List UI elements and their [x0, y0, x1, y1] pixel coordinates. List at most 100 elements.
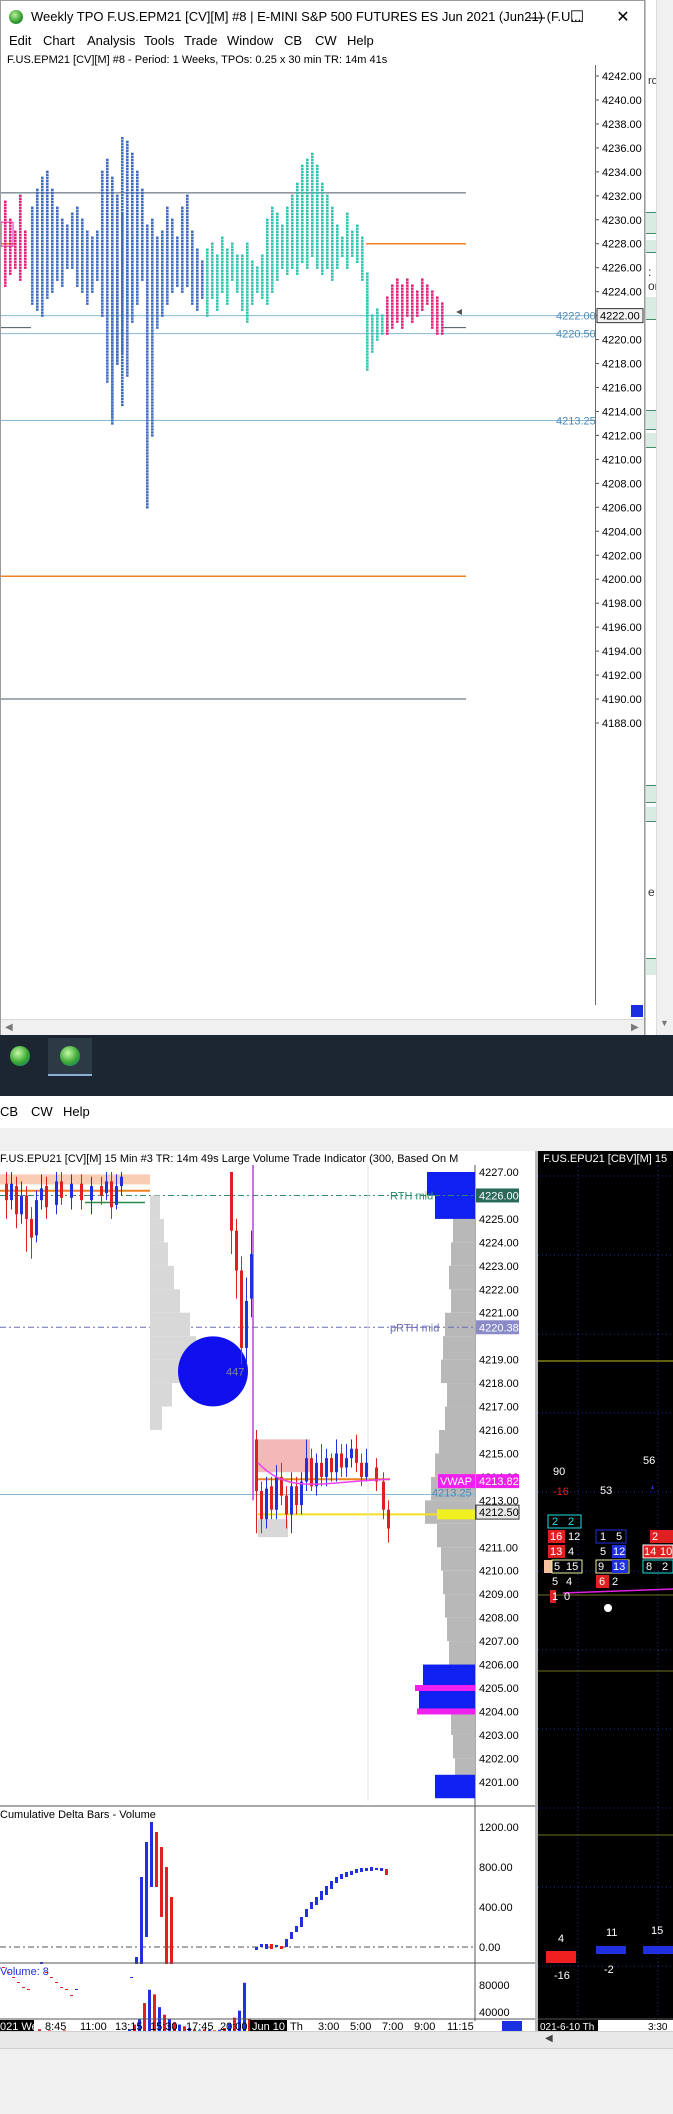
tpo-letter [131, 308, 134, 311]
tpo-letter [216, 293, 219, 296]
title-bar[interactable]: Weekly TPO F.US.EPM21 [CV][M] #8 | E-MIN… [1, 1, 644, 33]
tpo-letter [126, 191, 129, 195]
close-button[interactable]: ✕ [609, 7, 637, 29]
tpo-letter [101, 197, 104, 201]
bottom-scrollbar[interactable] [0, 2031, 673, 2049]
tpo-letter [181, 245, 184, 248]
tpo-letter [41, 299, 44, 302]
menu-trade[interactable]: Trade [184, 33, 217, 48]
tpo-letter [271, 287, 274, 290]
tpo-letter [346, 263, 349, 266]
tpo-letter [19, 194, 22, 198]
tpo-letter [326, 260, 329, 263]
delta-bar [335, 1877, 338, 1883]
tpo-letter [206, 266, 209, 269]
scroll-right-icon[interactable]: ▶ [631, 1022, 639, 1033]
tpo-letter [306, 227, 309, 230]
tpo-letter [81, 284, 84, 287]
menu-cb[interactable]: CB [284, 33, 302, 48]
tpo-letter [346, 242, 349, 245]
tpo-letter [286, 263, 289, 266]
tpo-letter [126, 347, 129, 350]
tpo-letter [76, 239, 79, 242]
tpo-letter [211, 260, 214, 263]
tpo-letter [351, 251, 354, 254]
tpo-letter [146, 404, 149, 407]
delta-bar [160, 1847, 163, 1917]
tpo-letter [131, 275, 134, 278]
maximize-button[interactable]: ☐ [563, 7, 591, 29]
tpo-letter [226, 269, 229, 272]
tpo-letter [321, 263, 324, 266]
tpo-letter [14, 242, 17, 245]
minimize-button[interactable]: — [523, 7, 551, 29]
menu-analysis[interactable]: Analysis [87, 33, 135, 48]
taskbar-app-icon-1[interactable] [10, 1046, 30, 1066]
tpo-letter [151, 233, 154, 236]
tpo-letter [141, 233, 144, 236]
minute-chart[interactable]: 4227.004226.004225.004224.004223.004222.… [0, 1151, 535, 2031]
tpo-letter [206, 302, 209, 305]
tpo-price-label: 4232.00 [602, 191, 642, 203]
tpo-letter [216, 272, 219, 275]
menu2-cw[interactable]: CW [31, 1104, 53, 1119]
tpo-letter [346, 254, 349, 257]
scroll-left-icon[interactable]: ◀ [5, 1022, 13, 1033]
tpo-letter [241, 302, 244, 305]
session-profile-bar [150, 1406, 162, 1430]
tpo-letter [416, 296, 419, 299]
bottom-scroll-left-icon[interactable]: ◀ [545, 2033, 553, 2044]
tpo-letter [36, 305, 39, 308]
tpo-letter [316, 182, 319, 186]
tpo-letter [76, 230, 79, 233]
menu-help[interactable]: Help [347, 33, 374, 48]
tpo-letter [166, 296, 169, 299]
tpo-letter [221, 245, 224, 248]
footprint-chart[interactable]: 905356-162 216 12 1 5 213 4 5 12 14 105 15 9 13 8 25 4 6 2… [538, 1151, 673, 2031]
tpo-letter [41, 227, 44, 230]
tpo-letter [166, 245, 169, 248]
menu-chart[interactable]: Chart [43, 33, 75, 48]
tpo-letter [106, 224, 109, 227]
tpo-letter [126, 227, 129, 230]
menu-cw[interactable]: CW [315, 33, 337, 48]
tpo-letter [161, 311, 164, 314]
menu-window[interactable]: Window [227, 33, 273, 48]
tpo-letter [316, 200, 319, 204]
edge-scroll-down-icon[interactable]: ▼ [660, 1018, 669, 1028]
volume-profile-bar [443, 1570, 475, 1595]
tpo-letter [91, 275, 94, 278]
tpo-letter [146, 359, 149, 362]
tpo-letter [126, 359, 129, 362]
menu-edit[interactable]: Edit [9, 33, 31, 48]
tpo-letter [61, 272, 64, 275]
horizontal-scrollbar[interactable]: ◀ ▶ [1, 1019, 644, 1035]
tpo-letter [46, 179, 49, 183]
tpo-letter [146, 380, 149, 383]
tpo-letter [76, 254, 79, 257]
tpo-letter [231, 266, 234, 269]
tpo-chart[interactable]: 4222.004220.504213.25 4242.004240.004238… [1, 65, 644, 1025]
tpo-letter [4, 272, 7, 275]
tpo-letter [316, 194, 319, 198]
menu2-help[interactable]: Help [63, 1104, 90, 1119]
tpo-letter [186, 227, 189, 230]
tpo-letter [76, 251, 79, 254]
tpo-letter [151, 368, 154, 371]
tpo-letter [301, 212, 304, 215]
tpo-letter [141, 191, 144, 195]
tpo-letter [56, 242, 59, 245]
tpo-price-label: 4240.00 [602, 95, 642, 107]
tpo-letter [146, 458, 149, 461]
tpo-letter [271, 209, 274, 212]
tpo-letter [126, 314, 129, 317]
edge-scrollbar[interactable] [656, 0, 673, 1035]
tpo-letter [106, 314, 109, 317]
menu2-cb[interactable]: CB [0, 1104, 18, 1119]
taskbar-app-button-2[interactable] [48, 1038, 92, 1076]
tpo-letter [196, 281, 199, 284]
tpo-letter [121, 331, 124, 335]
tpo-letter [31, 239, 34, 242]
menu-tools[interactable]: Tools [144, 33, 174, 48]
tpo-letter [306, 158, 309, 162]
